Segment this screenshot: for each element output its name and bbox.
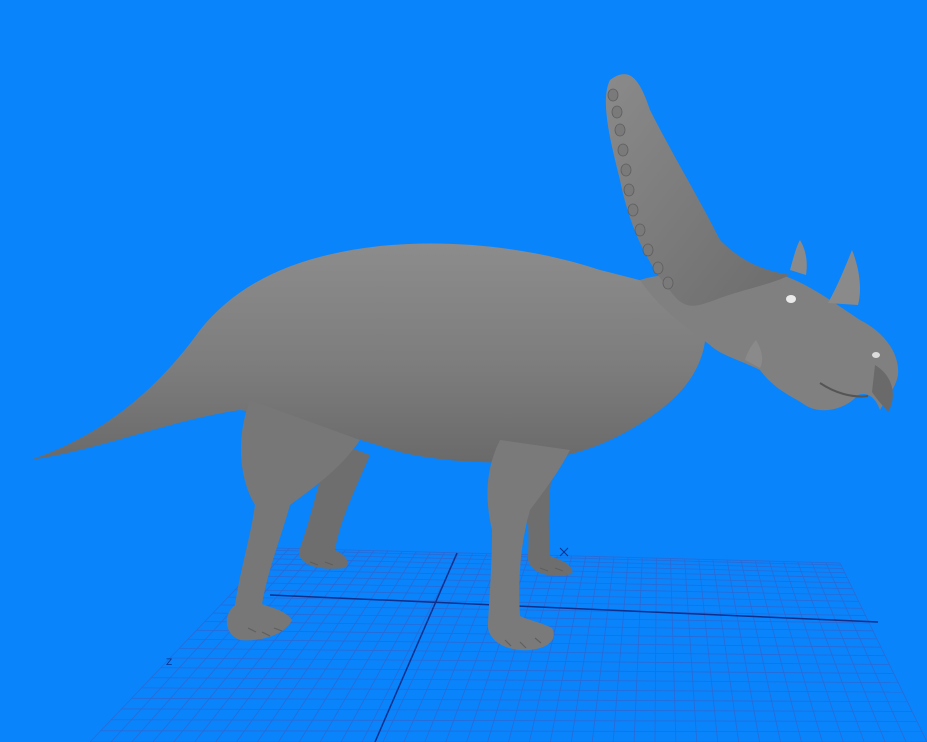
frill-knob bbox=[627, 203, 639, 217]
frill-knob bbox=[662, 276, 674, 290]
grid-line bbox=[151, 677, 899, 684]
3d-viewport[interactable]: Z bbox=[0, 0, 927, 742]
frill-knob bbox=[614, 123, 626, 137]
grid-line bbox=[698, 559, 719, 742]
dinosaur-eye bbox=[786, 295, 796, 303]
grid-line bbox=[839, 562, 927, 742]
grid-line bbox=[215, 550, 361, 742]
grid-line bbox=[160, 667, 894, 674]
grid-line bbox=[712, 559, 740, 742]
frill-knob bbox=[617, 143, 629, 157]
grid-line bbox=[248, 575, 853, 590]
viewport-scene[interactable]: Z bbox=[0, 0, 927, 742]
grid-line bbox=[797, 561, 865, 742]
grid-line bbox=[549, 556, 587, 742]
frill-knob bbox=[634, 223, 646, 237]
grid-line bbox=[152, 548, 318, 742]
frill-knob bbox=[611, 105, 623, 119]
grid-line bbox=[242, 582, 856, 596]
grid-line bbox=[670, 558, 677, 742]
grid-line bbox=[424, 553, 502, 742]
origin-cross-icon bbox=[559, 547, 569, 557]
grid-line bbox=[170, 657, 890, 665]
grid-line bbox=[811, 562, 886, 742]
grid-line bbox=[740, 560, 781, 742]
frill-knob bbox=[620, 163, 632, 177]
grid-line bbox=[612, 557, 629, 742]
frill-knob bbox=[642, 243, 654, 257]
dinosaur-nostril bbox=[872, 352, 880, 358]
grid-line bbox=[633, 557, 643, 742]
frill-knob bbox=[607, 88, 619, 102]
grid-line bbox=[684, 558, 698, 742]
grid-line bbox=[754, 560, 802, 742]
grid-line bbox=[212, 612, 870, 624]
frill-knob bbox=[652, 261, 664, 275]
grid-line bbox=[235, 589, 859, 602]
dinosaur-body[interactable] bbox=[30, 243, 706, 463]
grid-line bbox=[726, 559, 760, 742]
grid-line bbox=[825, 562, 907, 742]
frill-knob bbox=[623, 183, 635, 197]
grid-line bbox=[382, 553, 474, 742]
axis-z-marker: Z bbox=[166, 658, 172, 668]
grid-line bbox=[277, 551, 403, 742]
brow-horn bbox=[790, 240, 807, 275]
grid-line bbox=[340, 552, 445, 742]
grid-line bbox=[654, 558, 657, 742]
grid-line bbox=[298, 551, 417, 742]
nose-horn bbox=[828, 250, 860, 305]
